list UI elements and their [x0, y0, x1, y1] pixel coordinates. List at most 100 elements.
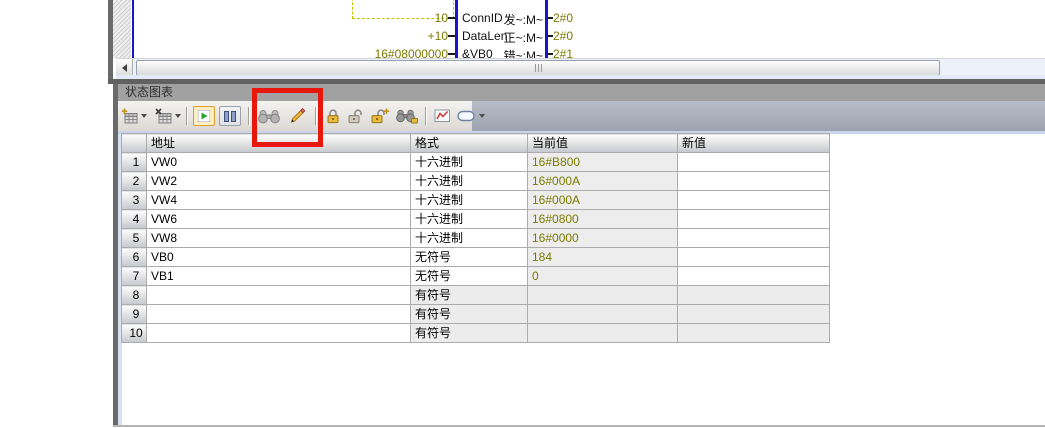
- new-value-cell[interactable]: [678, 305, 830, 324]
- current-value-cell: [528, 324, 678, 343]
- address-cell[interactable]: VW6: [147, 210, 411, 229]
- table-row: 4 VW6 十六进制 16#0800: [122, 210, 830, 229]
- insert-chart-dropdown[interactable]: [141, 114, 147, 118]
- new-value-cell[interactable]: [678, 229, 830, 248]
- row-number[interactable]: 9: [122, 305, 147, 324]
- row-number[interactable]: 10: [122, 324, 147, 343]
- block-output-label: 发~:M~: [480, 11, 543, 28]
- unforce-all-button[interactable]: [370, 107, 390, 125]
- table-row: 3 VW4 十六进制 16#000A: [122, 191, 830, 210]
- format-cell[interactable]: 十六进制: [411, 172, 528, 191]
- insert-chart-button[interactable]: [121, 108, 138, 125]
- panel-title: 状态图表: [125, 85, 173, 99]
- current-value-cell: 16#B800: [528, 153, 678, 172]
- address-cell[interactable]: VW2: [147, 172, 411, 191]
- arrow-left-icon: [122, 64, 127, 72]
- thumb-grip: [541, 64, 542, 72]
- current-value-cell: 16#0800: [528, 210, 678, 229]
- format-cell[interactable]: 十六进制: [411, 153, 528, 172]
- address-cell[interactable]: [147, 324, 411, 343]
- table-row: 7 VB1 无符号 0: [122, 267, 830, 286]
- delete-chart-dropdown[interactable]: [175, 114, 181, 118]
- format-cell[interactable]: 有符号: [411, 305, 528, 324]
- new-value-cell[interactable]: [678, 172, 830, 191]
- current-value-column-header[interactable]: 当前值: [528, 134, 678, 153]
- address-cell[interactable]: VW4: [147, 191, 411, 210]
- ladder-power-rail: [132, 0, 134, 58]
- format-cell[interactable]: 有符号: [411, 324, 528, 343]
- block-output-label: 错~:M~: [480, 47, 543, 58]
- pause-chart-button[interactable]: [219, 106, 241, 126]
- row-number[interactable]: 7: [122, 267, 147, 286]
- format-cell[interactable]: 十六进制: [411, 229, 528, 248]
- table-x-icon: [155, 108, 172, 125]
- table-row: 2 VW2 十六进制 16#000A: [122, 172, 830, 191]
- horizontal-scrollbar[interactable]: [116, 58, 1045, 76]
- bubble-display-dropdown[interactable]: [479, 114, 485, 118]
- current-value-cell: 16#0000: [528, 229, 678, 248]
- ladder-input-value: 10: [340, 11, 448, 25]
- table-row: 1 VW0 十六进制 16#B800: [122, 153, 830, 172]
- block-right-edge: [545, 0, 548, 58]
- force-button[interactable]: [325, 107, 341, 125]
- address-cell[interactable]: VW0: [147, 153, 411, 172]
- format-column-header[interactable]: 格式: [411, 134, 528, 153]
- toolbar-separator: [425, 107, 427, 125]
- current-value-cell: 184: [528, 248, 678, 267]
- table-row: 9 有符号: [122, 305, 830, 324]
- block-output-label: 正~:M~: [480, 29, 543, 46]
- delete-chart-button[interactable]: [155, 108, 172, 125]
- row-number[interactable]: 5: [122, 229, 147, 248]
- current-value-cell: [528, 305, 678, 324]
- address-cell[interactable]: VB1: [147, 267, 411, 286]
- new-value-cell[interactable]: [678, 324, 830, 343]
- format-cell[interactable]: 无符号: [411, 248, 528, 267]
- row-number[interactable]: 6: [122, 248, 147, 267]
- table-row: 5 VW8 十六进制 16#0000: [122, 229, 830, 248]
- read-all-forced-button[interactable]: [395, 107, 418, 125]
- format-cell[interactable]: 无符号: [411, 267, 528, 286]
- new-value-cell[interactable]: [678, 191, 830, 210]
- address-cell[interactable]: [147, 305, 411, 324]
- binoculars-lock-icon: [395, 107, 418, 125]
- new-value-cell[interactable]: [678, 267, 830, 286]
- new-value-column-header[interactable]: 新值: [678, 134, 830, 153]
- window-left-edge: [108, 0, 113, 79]
- ladder-margin: [113, 0, 131, 58]
- row-number[interactable]: 1: [122, 153, 147, 172]
- new-value-cell[interactable]: [678, 248, 830, 267]
- row-number[interactable]: 3: [122, 191, 147, 210]
- row-number[interactable]: 8: [122, 286, 147, 305]
- toolbar-separator: [248, 107, 250, 125]
- table-row: 8 有符号: [122, 286, 830, 305]
- ladder-output-value: 2#0: [553, 11, 573, 25]
- current-value-cell: 16#000A: [528, 191, 678, 210]
- address-cell[interactable]: VB0: [147, 248, 411, 267]
- table-header-row: 地址 格式 当前值 新值: [122, 134, 830, 153]
- new-value-cell[interactable]: [678, 210, 830, 229]
- unforce-button[interactable]: [347, 107, 364, 125]
- format-cell[interactable]: 有符号: [411, 286, 528, 305]
- trend-view-button[interactable]: [434, 108, 451, 124]
- chart-status-on-button[interactable]: [193, 106, 215, 126]
- row-number[interactable]: 4: [122, 210, 147, 229]
- status-chart-table: 地址 格式 当前值 新值 1 VW0 十六进制 16#B800 2 VW2 十六…: [121, 133, 830, 343]
- row-number[interactable]: 2: [122, 172, 147, 191]
- scroll-left-button[interactable]: [116, 59, 133, 76]
- ladder-input-value: 16#08000000: [340, 47, 448, 58]
- thumb-grip: [535, 64, 536, 72]
- ladder-output-value: 2#0: [553, 29, 573, 43]
- corner-header-cell[interactable]: [122, 134, 147, 153]
- scrollbar-thumb[interactable]: [136, 60, 940, 76]
- ladder-editor: 10 ConnID 发~:M~ 2#0 +10 DataLen 正~:M~ 2#…: [0, 0, 1045, 58]
- bubble-display-button[interactable]: [457, 108, 476, 124]
- new-value-cell[interactable]: [678, 286, 830, 305]
- window-bottom-edge: [113, 425, 1045, 427]
- current-value-cell: 0: [528, 267, 678, 286]
- address-cell[interactable]: VW8: [147, 229, 411, 248]
- new-value-cell[interactable]: [678, 153, 830, 172]
- format-cell[interactable]: 十六进制: [411, 191, 528, 210]
- address-cell[interactable]: [147, 286, 411, 305]
- format-cell[interactable]: 十六进制: [411, 210, 528, 229]
- unlock-plus-icon: [370, 107, 390, 125]
